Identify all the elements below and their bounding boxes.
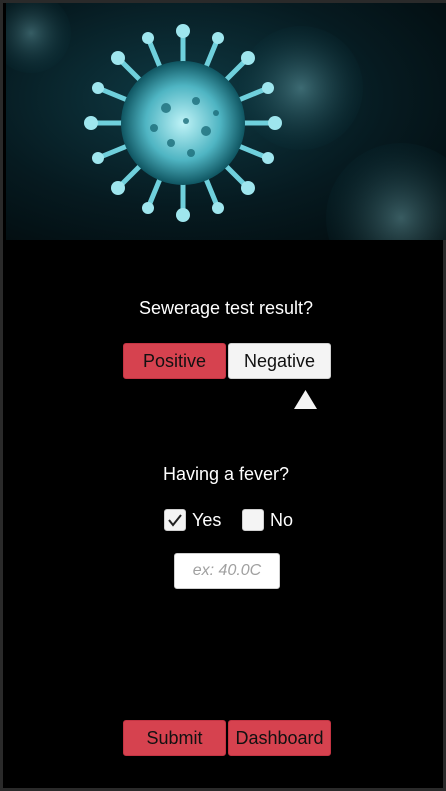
yes-label: Yes bbox=[192, 509, 222, 530]
triangle-up-icon bbox=[294, 390, 317, 409]
yes-checkbox[interactable] bbox=[164, 509, 186, 531]
checkmark-icon bbox=[168, 514, 182, 527]
positive-button[interactable]: Positive bbox=[123, 343, 226, 379]
no-checkbox[interactable] bbox=[242, 509, 264, 531]
app-frame: Sewerage test result? Positive Negative … bbox=[0, 0, 446, 791]
coronavirus-image bbox=[6, 3, 446, 240]
negative-button[interactable]: Negative bbox=[228, 343, 331, 379]
temperature-input[interactable] bbox=[174, 553, 280, 589]
submit-button[interactable]: Submit bbox=[123, 720, 226, 756]
fever-yes-option[interactable]: Yes bbox=[164, 509, 221, 531]
virus-illustration-icon bbox=[6, 3, 446, 240]
fever-question: Having a fever? bbox=[162, 464, 290, 484]
sewerage-question: Sewerage test result? bbox=[138, 298, 314, 318]
fever-no-option[interactable]: No bbox=[242, 509, 293, 531]
dashboard-button[interactable]: Dashboard bbox=[228, 720, 331, 756]
no-label: No bbox=[270, 509, 294, 530]
